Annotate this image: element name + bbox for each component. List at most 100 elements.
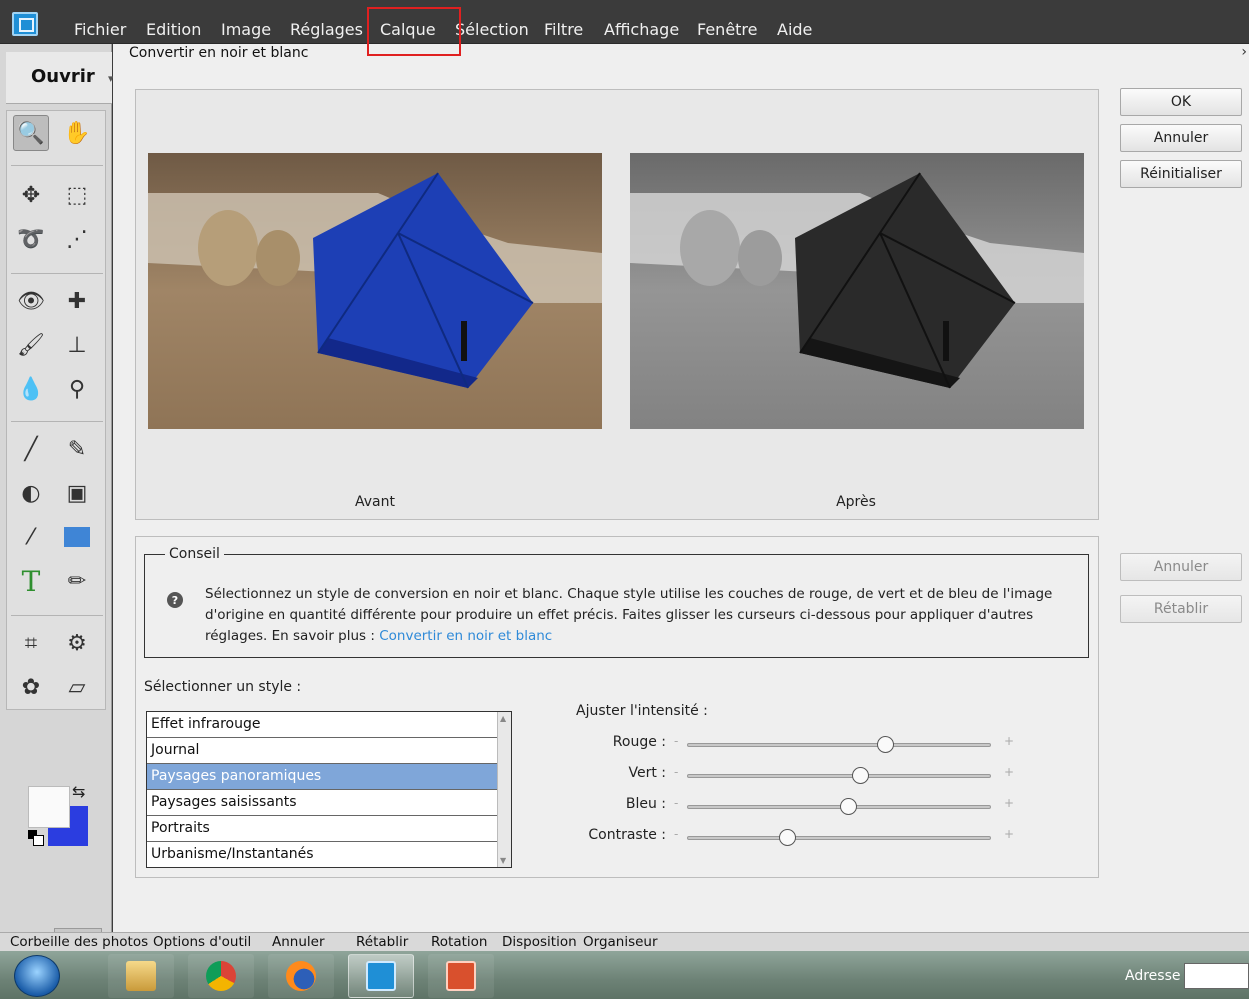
start-button[interactable] bbox=[14, 955, 60, 997]
rotate-tab[interactable]: Rotation bbox=[431, 934, 487, 950]
layout-tab[interactable]: Disposition bbox=[502, 934, 577, 950]
slider-red-track[interactable] bbox=[687, 743, 991, 747]
menu-aide[interactable]: Aide bbox=[777, 20, 812, 40]
photoshop-elements-task-button[interactable] bbox=[348, 954, 414, 998]
plus-icon: + bbox=[1004, 827, 1015, 841]
gradient-tool-icon[interactable]: ▣ bbox=[59, 475, 95, 511]
type-tool-icon[interactable]: T bbox=[13, 563, 49, 599]
menu-selection[interactable]: Sélection bbox=[455, 20, 529, 40]
style-item-infrarouge[interactable]: Effet infrarouge bbox=[147, 712, 498, 738]
tip-link[interactable]: Convertir en noir et blanc bbox=[379, 628, 552, 644]
default-colors-icon[interactable] bbox=[28, 830, 44, 846]
tool-divider bbox=[11, 165, 103, 166]
address-input[interactable] bbox=[1184, 963, 1249, 989]
preview-panel: Avant Après bbox=[135, 89, 1099, 520]
slider-green-thumb[interactable] bbox=[852, 767, 870, 784]
marquee-tool-icon[interactable]: ⬚ bbox=[59, 177, 95, 213]
redo-button[interactable]: Rétablir bbox=[1120, 595, 1242, 623]
style-item-portraits[interactable]: Portraits bbox=[147, 816, 498, 842]
menu-fenetre[interactable]: Fenêtre bbox=[697, 20, 758, 40]
style-item-journal[interactable]: Journal bbox=[147, 738, 498, 764]
style-item-paysages-panoramiques[interactable]: Paysages panoramiques bbox=[147, 764, 498, 790]
tip-text: Sélectionnez un style de conversion en n… bbox=[205, 584, 1065, 647]
slider-red-thumb[interactable] bbox=[876, 736, 894, 753]
tool-options-tab[interactable]: Options d'outil bbox=[153, 934, 251, 950]
shape-tool-icon[interactable] bbox=[59, 519, 95, 555]
organizer-tab[interactable]: Organiseur bbox=[583, 934, 658, 950]
recompose-tool-icon[interactable]: ⚙ bbox=[59, 625, 95, 661]
slider-blue-label: Bleu : bbox=[625, 796, 666, 812]
tool-strip: 🔍 ✋ ✥ ⬚ ➰ ⋰ 👁 ✚ 🖌 ⊥ 💧 ⚲ ╱ ✎ ◐ ▣ ⁄ T ✏ ⌗ … bbox=[6, 110, 106, 710]
blur-tool-icon[interactable]: 💧 bbox=[13, 371, 49, 407]
foreground-color-swatch[interactable] bbox=[28, 786, 70, 828]
menu-filtre[interactable]: Filtre bbox=[544, 20, 583, 40]
app-icon bbox=[446, 961, 476, 991]
preview-after-image bbox=[630, 153, 1084, 429]
menu-affichage[interactable]: Affichage bbox=[604, 20, 679, 40]
swap-colors-icon[interactable]: ⇆ bbox=[72, 782, 85, 801]
plus-icon: + bbox=[1004, 796, 1015, 810]
preview-before-image bbox=[148, 153, 602, 429]
clone-stamp-tool-icon[interactable]: ⊥ bbox=[59, 327, 95, 363]
straighten-tool-icon[interactable]: ⏥ bbox=[59, 669, 95, 705]
convert-bw-dialog: Convertir en noir et blanc › Avant Après… bbox=[113, 44, 1249, 932]
tool-divider bbox=[11, 421, 103, 422]
slider-contrast-thumb[interactable] bbox=[779, 829, 797, 846]
slider-blue-track[interactable] bbox=[687, 805, 991, 809]
smart-brush-tool-icon[interactable]: 🖌 bbox=[13, 327, 49, 363]
slider-contrast-track[interactable] bbox=[687, 836, 991, 840]
scroll-up-icon[interactable]: ▲ bbox=[500, 714, 506, 723]
list-scrollbar[interactable]: ▲ ▼ bbox=[497, 712, 511, 867]
paint-bucket-tool-icon[interactable]: ◐ bbox=[13, 475, 49, 511]
minus-icon: - bbox=[674, 765, 679, 779]
menu-reglages[interactable]: Réglages bbox=[290, 20, 363, 40]
healing-brush-tool-icon[interactable]: ✚ bbox=[59, 283, 95, 319]
undo-tab[interactable]: Annuler bbox=[272, 934, 325, 950]
redo-tab[interactable]: Rétablir bbox=[356, 934, 408, 950]
style-item-paysages-saisissants[interactable]: Paysages saisissants bbox=[147, 790, 498, 816]
help-icon: ? bbox=[167, 592, 183, 608]
plus-icon: + bbox=[1004, 765, 1015, 779]
undo-button[interactable]: Annuler bbox=[1120, 553, 1242, 581]
collapse-arrow-icon[interactable]: › bbox=[1241, 44, 1247, 60]
panel-bin-bar: Corbeille des photos Options d'outil Ann… bbox=[0, 932, 1249, 951]
zoom-tool-icon[interactable]: 🔍 bbox=[13, 115, 49, 151]
hand-tool-icon[interactable]: ✋ bbox=[59, 115, 95, 151]
sponge-tool-icon[interactable]: ⚲ bbox=[59, 371, 95, 407]
menu-image[interactable]: Image bbox=[221, 20, 271, 40]
eraser-tool-icon[interactable]: ✎ bbox=[59, 431, 95, 467]
brush-tool-icon[interactable]: ╱ bbox=[13, 431, 49, 467]
chrome-task-button[interactable] bbox=[188, 954, 254, 998]
reset-button[interactable]: Réinitialiser bbox=[1120, 160, 1242, 188]
preview-after-caption: Après bbox=[836, 494, 876, 510]
crop-tool-icon[interactable]: ⌗ bbox=[13, 625, 49, 661]
tip-legend: Conseil bbox=[165, 546, 224, 562]
app-task-button[interactable] bbox=[428, 954, 494, 998]
app-logo-icon[interactable] bbox=[12, 12, 38, 36]
ok-button[interactable]: OK bbox=[1120, 88, 1242, 116]
toolbox-sidebar: Ouvrir ▾ 🔍 ✋ ✥ ⬚ ➰ ⋰ 👁 ✚ 🖌 ⊥ 💧 ⚲ ╱ ✎ ◐ ▣… bbox=[0, 44, 114, 974]
style-listbox[interactable]: Effet infrarouge Journal Paysages panora… bbox=[146, 711, 512, 868]
minus-icon: - bbox=[674, 796, 679, 810]
eyedropper-tool-icon[interactable]: ⁄ bbox=[13, 519, 49, 555]
menu-edition[interactable]: Edition bbox=[146, 20, 201, 40]
move-tool-icon[interactable]: ✥ bbox=[13, 177, 49, 213]
firefox-task-button[interactable] bbox=[268, 954, 334, 998]
explorer-task-button[interactable] bbox=[108, 954, 174, 998]
style-item-urbanisme[interactable]: Urbanisme/Instantanés bbox=[147, 842, 498, 868]
scroll-down-icon[interactable]: ▼ bbox=[500, 856, 506, 865]
slider-blue-thumb[interactable] bbox=[840, 798, 858, 815]
menu-bar: Fichier Edition Image Réglages Calque Sé… bbox=[0, 0, 1249, 44]
minus-icon: - bbox=[674, 734, 679, 748]
lasso-tool-icon[interactable]: ➰ bbox=[13, 221, 49, 257]
red-eye-tool-icon[interactable]: 👁 bbox=[13, 283, 49, 319]
cancel-button[interactable]: Annuler bbox=[1120, 124, 1242, 152]
quick-selection-tool-icon[interactable]: ⋰ bbox=[59, 221, 95, 257]
photoshop-elements-icon bbox=[366, 961, 396, 991]
open-button[interactable]: Ouvrir ▾ bbox=[6, 52, 114, 104]
pencil-tool-icon[interactable]: ✏ bbox=[59, 563, 95, 599]
slider-green-track[interactable] bbox=[687, 774, 991, 778]
menu-fichier[interactable]: Fichier bbox=[74, 20, 126, 40]
photo-bin-tab[interactable]: Corbeille des photos bbox=[10, 934, 148, 950]
cookie-cutter-tool-icon[interactable]: ✿ bbox=[13, 669, 49, 705]
